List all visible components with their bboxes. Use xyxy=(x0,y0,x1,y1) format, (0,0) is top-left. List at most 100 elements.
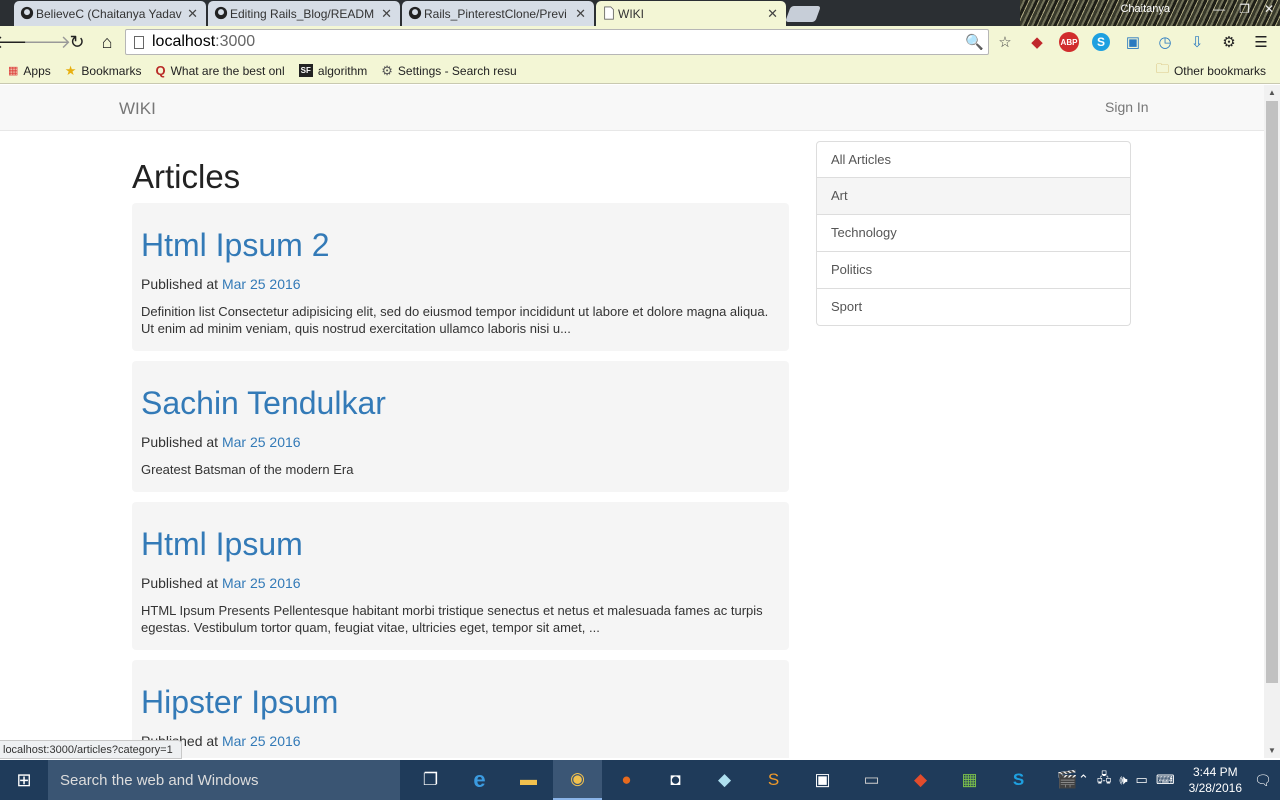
close-tab-icon[interactable]: ✕ xyxy=(187,6,198,22)
article-title-link[interactable]: Hipster Ipsum xyxy=(141,684,780,721)
task-view-icon[interactable]: ❐ xyxy=(406,760,455,800)
app-window-icon[interactable]: ▣ xyxy=(798,760,847,800)
extension-red-icon[interactable]: ◆ xyxy=(1026,31,1048,53)
scrollbar-thumb[interactable] xyxy=(1266,101,1278,683)
page-info-icon[interactable] xyxy=(134,35,144,49)
reload-icon[interactable]: ↻ xyxy=(64,29,90,55)
keyboard-icon[interactable]: ⌨ xyxy=(1156,772,1175,788)
tab-label: WIKI xyxy=(618,6,644,21)
page-title: Articles xyxy=(132,158,241,195)
volume-icon[interactable]: 🕪 xyxy=(1119,772,1127,788)
tab-label: BelieveC (Chaitanya Yadav xyxy=(36,6,182,21)
battery-icon[interactable]: ▭ xyxy=(1136,772,1148,788)
sf-icon: SF xyxy=(298,64,313,77)
tab-believec[interactable]: BelieveC (Chaitanya Yadav ✕ xyxy=(14,1,206,26)
article-meta: Published at Mar 25 2016 xyxy=(141,276,301,292)
taskbar-clock[interactable]: 3:44 PM 3/28/2016 xyxy=(1189,764,1242,796)
scroll-up-icon[interactable]: ▲ xyxy=(1268,88,1276,97)
edge-icon[interactable]: e xyxy=(455,760,504,800)
bookmark-settings[interactable]: ⚙ Settings - Search resu xyxy=(381,63,516,79)
star-icon: ★ xyxy=(64,62,77,78)
show-hidden-icons[interactable]: ⌃ xyxy=(1078,772,1089,788)
close-window-icon[interactable]: ✕ xyxy=(1264,2,1274,16)
scroll-down-icon[interactable]: ▼ xyxy=(1268,746,1276,755)
close-tab-icon[interactable]: ✕ xyxy=(381,6,392,22)
sign-in-link[interactable]: Sign In xyxy=(1105,99,1149,115)
article-date-link[interactable]: Mar 25 2016 xyxy=(222,733,301,749)
site-brand[interactable]: WIKI xyxy=(119,99,156,119)
taskbar-search[interactable]: Search the web and Windows xyxy=(48,760,400,800)
profile-name[interactable]: Chaitanya xyxy=(1120,3,1170,15)
article-excerpt: Greatest Batsman of the modern Era xyxy=(141,462,354,477)
home-icon[interactable]: ⌂ xyxy=(94,29,120,55)
article-title-link[interactable]: Html Ipsum 2 xyxy=(141,227,780,264)
network-icon[interactable]: 🖧 xyxy=(1097,769,1112,791)
article-date-link[interactable]: Mar 25 2016 xyxy=(222,276,301,292)
skype-icon[interactable]: S xyxy=(1090,31,1112,53)
forward-icon[interactable]: 🡒 xyxy=(23,29,71,55)
article-card: Sachin Tendulkar Published at Mar 25 201… xyxy=(132,361,789,492)
category-art[interactable]: Art xyxy=(816,178,1131,215)
article-date-link[interactable]: Mar 25 2016 xyxy=(222,575,301,591)
article-card: Html Ipsum Published at Mar 25 2016 HTML… xyxy=(132,502,789,650)
settings-gear-icon[interactable]: ⚙ xyxy=(1218,31,1240,53)
github-icon xyxy=(214,6,228,20)
window-controls: — ❐ ✕ xyxy=(1213,2,1274,16)
menu-icon[interactable]: ☰ xyxy=(1250,31,1272,53)
article-title-link[interactable]: Sachin Tendulkar xyxy=(141,385,780,422)
windows-start-icon[interactable]: ⊞ xyxy=(0,760,48,800)
maximize-icon[interactable]: ❐ xyxy=(1239,2,1250,16)
minimize-icon[interactable]: — xyxy=(1213,2,1225,16)
download-icon[interactable]: ⇩ xyxy=(1186,31,1208,53)
skype-taskbar-icon[interactable]: S xyxy=(994,760,1043,800)
browser-toolbar: 🡐 🡒 ↻ ⌂ localhost:3000 🔍 ☆ ◆ ABP S ▣ ◷ ⇩… xyxy=(0,26,1280,58)
notes-icon[interactable]: ◆ xyxy=(700,760,749,800)
file-explorer-icon[interactable]: ▬ xyxy=(504,760,553,800)
bookmark-algorithm[interactable]: SF algorithm xyxy=(298,64,367,78)
bookmark-apps[interactable]: ▦ Apps xyxy=(8,64,51,78)
github-icon xyxy=(408,6,422,20)
article-excerpt: HTML Ipsum Presents Pellentesque habitan… xyxy=(141,603,763,635)
system-tray: ⌃ 🖧 🕪 ▭ ⌨ 3:44 PM 3/28/2016 🗨 xyxy=(1078,760,1280,800)
zoom-icon[interactable]: 🔍 xyxy=(965,33,984,51)
bookmark-bookmarks[interactable]: ★ Bookmarks xyxy=(65,63,142,79)
new-tab-button[interactable] xyxy=(785,6,821,22)
notifications-icon[interactable]: 🗨 xyxy=(1254,772,1274,789)
category-technology[interactable]: Technology xyxy=(816,215,1131,252)
article-date-link[interactable]: Mar 25 2016 xyxy=(222,434,301,450)
close-tab-icon[interactable]: ✕ xyxy=(767,6,778,22)
windows-store-icon[interactable]: ▦ xyxy=(945,760,994,800)
windows-taskbar: ⊞ Search the web and Windows ❐ e ▬ ◉ ● ◘… xyxy=(0,760,1280,800)
git-icon[interactable]: ◆ xyxy=(896,760,945,800)
terminal-icon[interactable]: ▭ xyxy=(847,760,896,800)
category-politics[interactable]: Politics xyxy=(816,252,1131,289)
extension-badge-icon[interactable]: ▣ xyxy=(1122,31,1144,53)
clock-time: 3:44 PM xyxy=(1192,765,1238,779)
other-bookmarks[interactable]: 🗀 Other bookmarks xyxy=(1156,60,1266,82)
tab-pinterest-clone[interactable]: Rails_PinterestClone/Previ ✕ xyxy=(402,1,594,26)
tab-wiki[interactable]: WIKI ✕ xyxy=(596,1,786,26)
tab-editing-readme[interactable]: Editing Rails_Blog/READM ✕ xyxy=(208,1,400,26)
category-all-articles[interactable]: All Articles xyxy=(816,141,1131,178)
address-bar[interactable]: localhost:3000 🔍 xyxy=(125,29,989,55)
category-sport[interactable]: Sport xyxy=(816,289,1131,326)
firefox-icon[interactable]: ● xyxy=(602,760,651,800)
extension-icons: ☆ ◆ ABP S ▣ ◷ ⇩ ⚙ ☰ xyxy=(994,31,1272,53)
camera-icon[interactable]: ◘ xyxy=(651,760,700,800)
bookmark-star-icon[interactable]: ☆ xyxy=(994,31,1016,53)
adblock-icon[interactable]: ABP xyxy=(1058,31,1080,53)
close-tab-icon[interactable]: ✕ xyxy=(575,6,586,22)
history-icon[interactable]: ◷ xyxy=(1154,31,1176,53)
sublime-icon[interactable]: S xyxy=(749,760,798,800)
page-scrollbar[interactable]: ▲ ▼ xyxy=(1264,85,1280,758)
article-meta: Published at Mar 25 2016 xyxy=(141,434,301,450)
article-meta: Published at Mar 25 2016 xyxy=(141,733,301,749)
tab-strip: BelieveC (Chaitanya Yadav ✕ Editing Rail… xyxy=(0,0,1280,26)
bookmarks-bar: ▦ Apps ★ Bookmarks Q What are the best onl … xyxy=(0,58,1280,84)
chrome-icon[interactable]: ◉ xyxy=(553,760,602,800)
bookmark-quora[interactable]: Q What are the best onl xyxy=(155,63,284,78)
clock-date: 3/28/2016 xyxy=(1188,781,1242,795)
url-text[interactable]: localhost:3000 xyxy=(152,33,255,51)
folder-icon: 🗀 xyxy=(1155,60,1169,76)
article-title-link[interactable]: Html Ipsum xyxy=(141,526,780,563)
